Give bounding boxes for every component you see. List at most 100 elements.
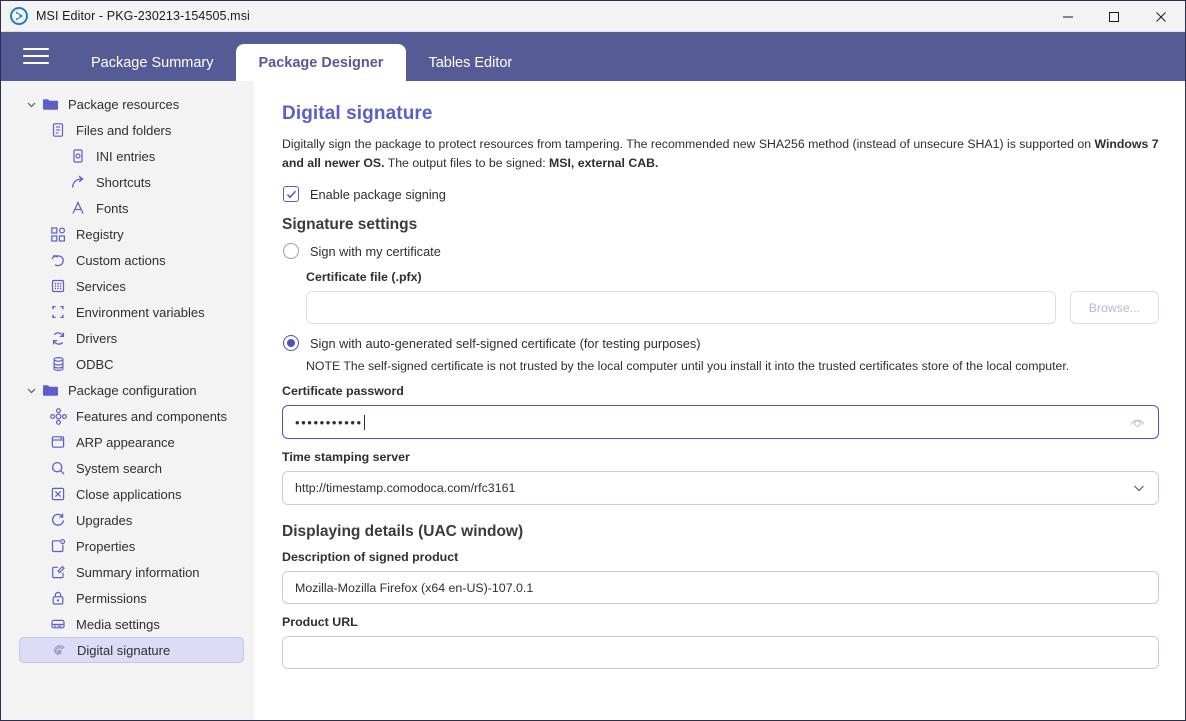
services-grid-icon (47, 278, 69, 294)
certificate-password-value: ••••••••••• (295, 414, 363, 430)
lock-icon (47, 590, 69, 606)
sidebar-item-close-applications[interactable]: Close applications (19, 481, 244, 507)
radio-sign-with-my-certificate-row[interactable]: Sign with my certificate (283, 243, 1159, 260)
sidebar-item-label: Upgrades (76, 512, 133, 528)
sidebar-item-ini-entries[interactable]: INI entries (19, 143, 244, 169)
folder-icon (39, 96, 61, 113)
sidebar-item-package-resources[interactable]: Package resources (19, 91, 244, 117)
sidebar-item-media-settings[interactable]: Media settings (19, 611, 244, 637)
product-url-input[interactable] (282, 636, 1159, 670)
upgrade-refresh-icon (47, 512, 69, 528)
timestamp-server-select[interactable]: http://timestamp.comodoca.com/rfc3161 (282, 471, 1159, 506)
text-caret (363, 414, 365, 430)
sidebar-item-label: Shortcuts (96, 174, 151, 190)
page-description: Digitally sign the package to protect re… (282, 135, 1159, 173)
drivers-refresh-icon (47, 330, 69, 347)
minimize-icon[interactable] (1045, 1, 1091, 32)
signed-product-description-label: Description of signed product (282, 550, 459, 565)
sidebar-item-drivers[interactable]: Drivers (19, 325, 244, 351)
sidebar-item-label: Custom actions (76, 252, 166, 268)
sidebar-item-label: Files and folders (76, 122, 172, 138)
signed-product-description-input[interactable]: Mozilla-Mozilla Firefox (x64 en-US)-107.… (282, 571, 1159, 605)
tab-tables-editor[interactable]: Tables Editor (406, 44, 534, 81)
self-signed-note: NOTE The self-signed certificate is not … (306, 359, 1070, 374)
sidebar-item-label: Package configuration (68, 382, 197, 398)
sidebar-item-label: Properties (76, 538, 136, 554)
sidebar-item-files-and-folders[interactable]: Files and folders (19, 117, 244, 143)
chevron-down-icon[interactable] (23, 385, 39, 396)
window-title: MSI Editor - PKG-230213-154505.msi (36, 9, 250, 23)
sidebar-item-custom-actions[interactable]: Custom actions (19, 247, 244, 273)
radio-sign-with-my-certificate[interactable] (283, 243, 299, 260)
sidebar-item-label: Package resources (68, 96, 180, 112)
radio-self-signed-certificate[interactable] (283, 335, 299, 352)
enable-package-signing-label: Enable package signing (310, 186, 446, 202)
sidebar-item-label: ODBC (76, 356, 114, 372)
shortcut-arrow-icon (67, 174, 89, 191)
page-title: Digital signature (282, 103, 433, 124)
certificate-file-row: Browse... (282, 291, 1159, 325)
media-disk-icon (47, 616, 69, 632)
sidebar-item-permissions[interactable]: Permissions (19, 585, 244, 611)
sidebar-item-label: Features and components (76, 408, 228, 424)
description-part-2: The output files to be signed: (384, 156, 550, 171)
search-icon (47, 460, 69, 476)
checkmark-icon (286, 190, 296, 199)
sidebar-item-arp-appearance[interactable]: ARP appearance (19, 429, 244, 455)
maximize-icon[interactable] (1091, 1, 1137, 32)
top-tab-bar: Package Summary Package Designer Tables … (1, 32, 1185, 81)
eye-icon[interactable] (1129, 414, 1146, 431)
radio-self-signed-row[interactable]: Sign with auto-generated self-signed cer… (283, 335, 1159, 352)
sidebar-item-upgrades[interactable]: Upgrades (19, 507, 244, 533)
enable-package-signing-checkbox[interactable] (283, 186, 299, 203)
sidebar-item-label: Fonts (96, 200, 129, 216)
sidebar-item-shortcuts[interactable]: Shortcuts (19, 169, 244, 195)
close-icon[interactable] (1137, 1, 1185, 32)
sidebar-item-digital-signature[interactable]: Digital signature (19, 637, 244, 663)
sidebar-item-odbc[interactable]: ODBC (19, 351, 244, 377)
chevron-down-icon[interactable] (1132, 481, 1146, 495)
description-part-1: Digitally sign the package to protect re… (282, 137, 1095, 151)
sidebar-item-label: Close applications (76, 486, 182, 502)
custom-action-arrow-icon (47, 252, 69, 269)
certificate-password-input[interactable]: ••••••••••• (282, 405, 1159, 440)
font-letter-a-icon (67, 200, 89, 216)
browse-button[interactable]: Browse... (1069, 291, 1159, 325)
main-panel: Digital signature Digitally sign the pac… (254, 81, 1185, 720)
tab-package-designer[interactable]: Package Designer (235, 44, 407, 81)
sidebar-item-label: ARP appearance (76, 434, 175, 450)
certificate-file-input[interactable] (306, 291, 1056, 325)
sidebar-item-registry[interactable]: Registry (19, 221, 244, 247)
signature-settings-heading: Signature settings (282, 216, 418, 234)
sidebar-item-properties[interactable]: Properties (19, 533, 244, 559)
sidebar-item-label: INI entries (96, 148, 156, 164)
sidebar-item-summary-information[interactable]: Summary information (19, 559, 244, 585)
timestamp-server-label: Time stamping server (282, 450, 410, 465)
sidebar-item-label: Media settings (76, 616, 160, 632)
sidebar-item-label: Summary information (76, 564, 200, 580)
sidebar-item-fonts[interactable]: Fonts (19, 195, 244, 221)
edit-square-icon (47, 564, 69, 580)
sidebar-item-label: Drivers (76, 330, 118, 346)
ini-entries-icon (67, 148, 89, 164)
enable-package-signing-row[interactable]: Enable package signing (283, 186, 1159, 203)
tab-package-summary[interactable]: Package Summary (69, 44, 236, 81)
sidebar-item-system-search[interactable]: System search (19, 455, 244, 481)
environment-brackets-icon (47, 304, 69, 320)
sidebar-item-package-configuration[interactable]: Package configuration (19, 377, 244, 403)
sidebar-item-features-and-components[interactable]: Features and components (19, 403, 244, 429)
properties-icon (47, 538, 69, 554)
sidebar-item-services[interactable]: Services (19, 273, 244, 299)
hamburger-menu-icon[interactable] (23, 46, 49, 66)
sidebar-item-label: Permissions (76, 590, 147, 606)
title-bar: MSI Editor - PKG-230213-154505.msi (1, 1, 1185, 32)
msi-editor-logo-icon (10, 7, 28, 25)
registry-blocks-icon (47, 226, 69, 243)
window-icon (47, 434, 69, 450)
certificate-file-label: Certificate file (.pfx) (306, 270, 422, 285)
uac-details-heading: Displaying details (UAC window) (282, 523, 524, 541)
window-controls (1045, 1, 1185, 32)
sidebar-item-environment-variables[interactable]: Environment variables (19, 299, 244, 325)
chevron-down-icon[interactable] (23, 99, 39, 110)
folder-icon (39, 382, 61, 399)
